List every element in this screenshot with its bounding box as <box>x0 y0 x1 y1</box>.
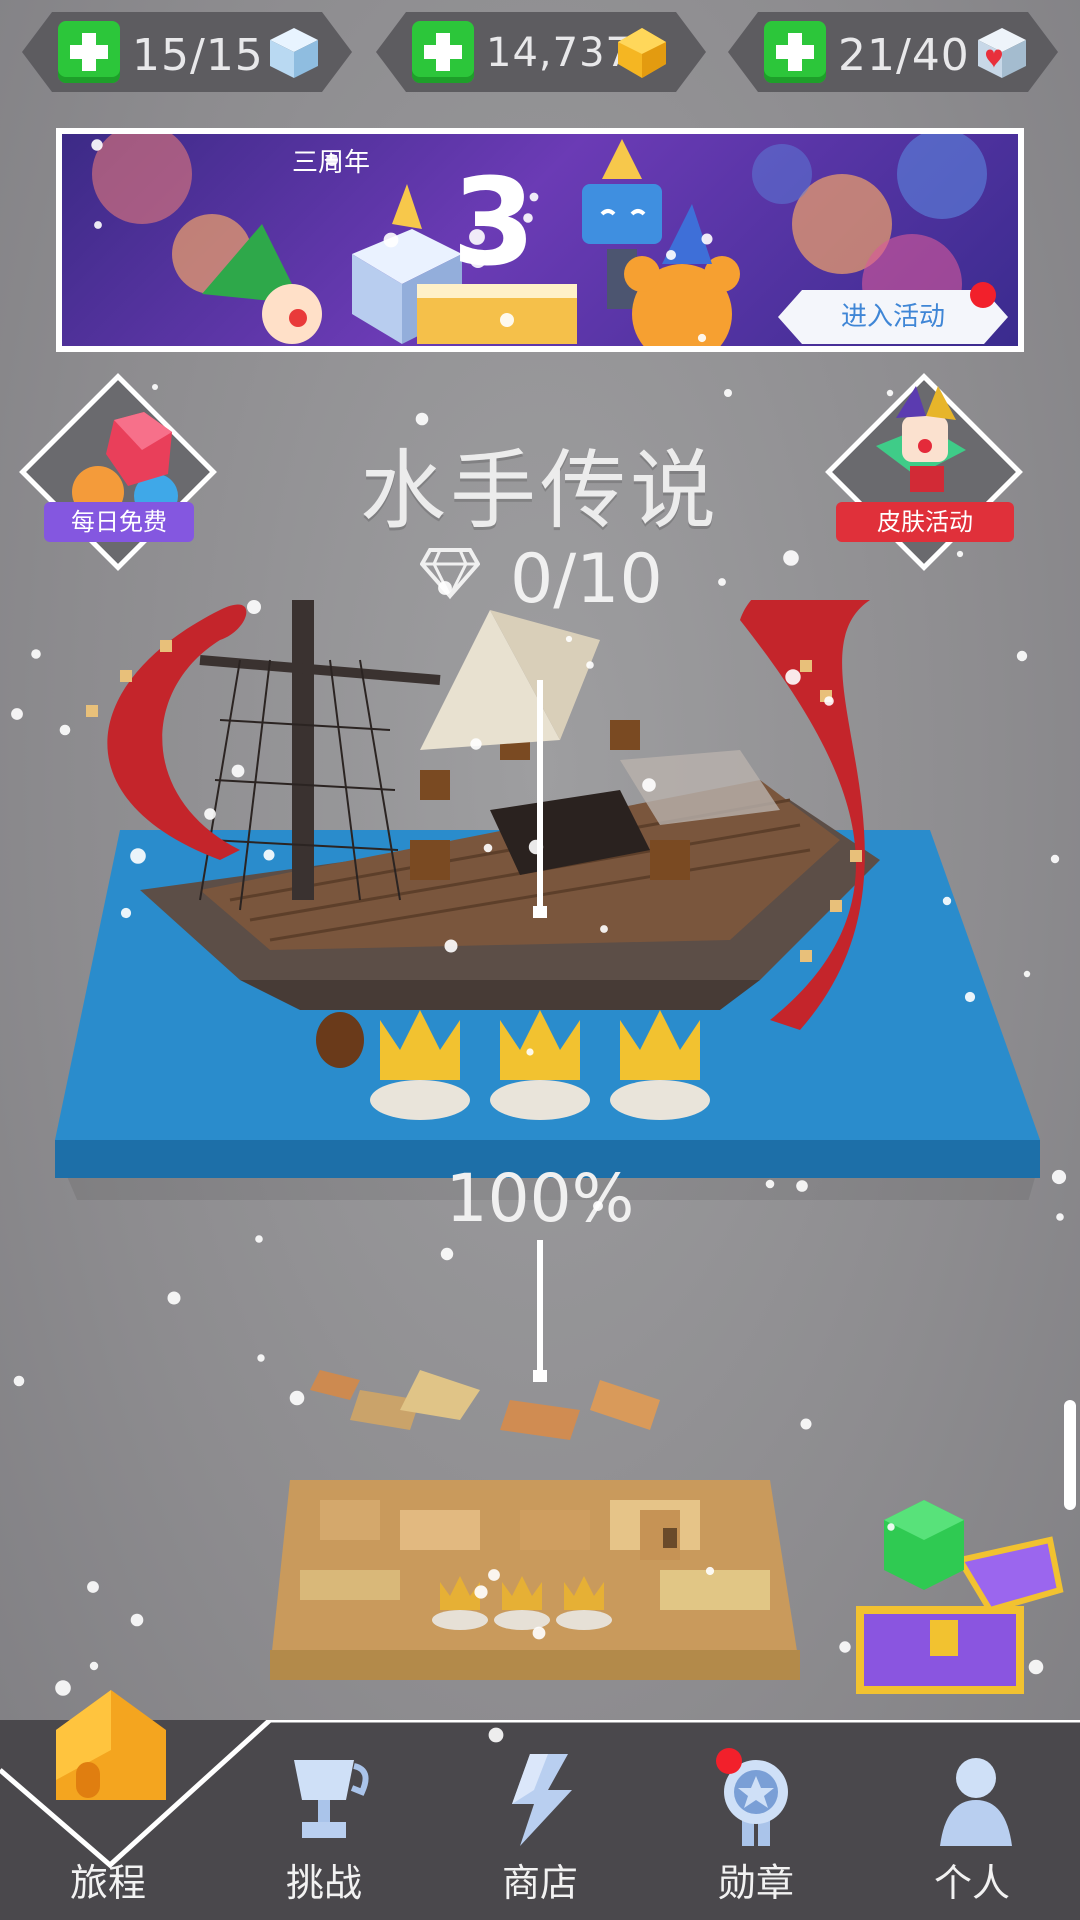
level-island-current[interactable] <box>0 400 1080 1230</box>
lives-count: 15/15 <box>132 30 264 81</box>
mini-crowns <box>432 1576 612 1630</box>
banner-title: 三周年 <box>292 148 371 178</box>
ice-cube-icon <box>266 24 322 80</box>
heart-cube-icon <box>974 24 1030 80</box>
home-icon <box>56 1690 166 1800</box>
trophy-icon <box>294 1760 369 1838</box>
hearts-count: 21/40 <box>838 30 970 81</box>
nav-medal-label: 勋章 <box>717 1861 794 1905</box>
treasure-chest-button[interactable] <box>840 1500 1070 1700</box>
snowflake <box>130 1613 144 1627</box>
event-banner[interactable]: 3 三周年 进入活动 <box>56 128 1024 352</box>
lightning-icon <box>512 1754 572 1846</box>
currency-hearts: 21/40 <box>728 12 1058 92</box>
person-icon <box>940 1758 1012 1846</box>
level-title: 水手传说 <box>360 441 720 541</box>
nav-journey[interactable]: 旅程 <box>0 1690 216 1920</box>
snowflake <box>718 578 726 586</box>
notification-dot <box>970 282 996 308</box>
add-gems-button[interactable] <box>412 21 474 83</box>
gold-gem-icon <box>614 24 670 80</box>
gem-total: 14,737 <box>486 30 632 76</box>
svg-text:3: 3 <box>452 154 536 293</box>
snowflake <box>13 1375 25 1387</box>
snowflake <box>87 1581 99 1593</box>
snowflake <box>724 389 732 397</box>
snowflake <box>89 1661 99 1671</box>
nav-medal[interactable]: 勋章 <box>648 1720 864 1920</box>
nav-profile-label: 个人 <box>933 1861 1010 1905</box>
nav-challenge-label: 挑战 <box>285 1861 362 1905</box>
level-progress-percent: 100% <box>445 1160 635 1237</box>
level-island-next[interactable] <box>260 1370 820 1690</box>
currency-lives: 15/15 <box>22 12 352 92</box>
sand-ruins-scene <box>270 1370 800 1680</box>
add-lives-button[interactable] <box>58 21 120 83</box>
nav-shop-label: 商店 <box>501 1861 578 1905</box>
nav-journey-label: 旅程 <box>69 1861 146 1905</box>
currency-gems: 14,737 <box>376 12 706 92</box>
pirate-ship-scene <box>55 400 1040 1230</box>
scroll-handle[interactable] <box>1064 1400 1076 1510</box>
treasure-chest-icon <box>856 1500 1064 1694</box>
nav-profile[interactable]: 个人 <box>864 1720 1080 1920</box>
snowflake <box>440 1247 454 1261</box>
add-hearts-button[interactable] <box>764 21 826 83</box>
diamond-gem-icon <box>420 548 480 600</box>
snowflake <box>257 1354 265 1362</box>
path-connector <box>537 1240 543 1380</box>
snowflake <box>167 1291 181 1305</box>
nav-challenge[interactable]: 挑战 <box>216 1720 432 1920</box>
medal-notification-dot <box>716 1748 742 1774</box>
bottom-nav: 旅程 挑战 商店 勋章 个人 <box>0 1690 1080 1920</box>
snowflake <box>783 550 799 566</box>
nav-shop[interactable]: 商店 <box>432 1720 648 1920</box>
